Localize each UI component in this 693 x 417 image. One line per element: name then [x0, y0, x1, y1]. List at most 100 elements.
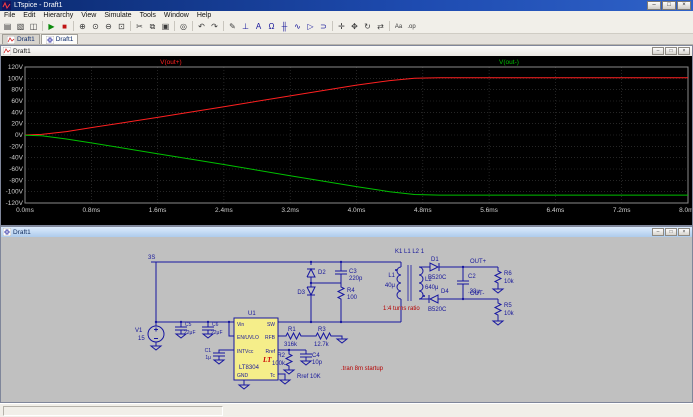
find-icon[interactable]: ◎	[177, 21, 190, 33]
schematic-wires[interactable]	[148, 262, 503, 389]
turns-ratio-note[interactable]: 1:4 turns ratio	[383, 306, 420, 312]
c4-value[interactable]: 10p	[312, 360, 323, 366]
waveform-plot[interactable]: 0.0ms0.8ms1.6ms2.4ms3.2ms4.0ms4.8ms5.6ms…	[1, 56, 692, 225]
out-neg-label[interactable]: OUT-	[470, 291, 484, 297]
r4-value[interactable]: 100	[347, 295, 358, 301]
zoom-out-icon[interactable]: ⊖	[102, 21, 115, 33]
drag-icon[interactable]: ✥	[348, 21, 361, 33]
r2-name[interactable]: R2	[277, 353, 285, 359]
capacitor-icon[interactable]: ╫	[278, 21, 291, 33]
r6-name[interactable]: R6	[504, 271, 512, 277]
v1-value[interactable]: 15	[138, 336, 145, 342]
c6-name[interactable]: C6	[212, 322, 219, 328]
rref-note[interactable]: Rref 10K	[297, 374, 321, 380]
d1-name[interactable]: D1	[431, 257, 439, 263]
schem-close-button[interactable]: ×	[678, 228, 690, 236]
wave-maximize-button[interactable]: □	[665, 47, 677, 55]
wire-icon[interactable]: ✎	[226, 21, 239, 33]
maximize-button[interactable]: □	[662, 1, 676, 10]
net-label-3s[interactable]: 3S	[148, 255, 155, 261]
out-pos-label[interactable]: OUT+	[470, 259, 487, 265]
menu-view[interactable]: View	[77, 11, 100, 20]
paste-icon[interactable]: ▣	[159, 21, 172, 33]
halt-icon[interactable]: ■	[58, 21, 71, 33]
wave-minimize-button[interactable]: –	[652, 47, 664, 55]
schematic-drawing[interactable]: 3S V1 15 C5 22μF C6 22μF C1 1μ U1 Vin EN…	[1, 237, 692, 402]
r6-value[interactable]: 10k	[504, 279, 515, 285]
zoom-in-icon[interactable]: ⊕	[76, 21, 89, 33]
menu-simulate[interactable]: Simulate	[100, 11, 135, 20]
zoom-full-icon[interactable]: ⊡	[115, 21, 128, 33]
tran-directive[interactable]: .tran 8m startup	[341, 366, 384, 372]
k-coupling-statement[interactable]: K1 L1 L2 1	[395, 249, 425, 255]
c2-name[interactable]: C2	[468, 274, 476, 280]
menu-hierarchy[interactable]: Hierarchy	[39, 11, 77, 20]
run-icon[interactable]: ▶	[45, 21, 58, 33]
d1-value[interactable]: B520C	[428, 275, 447, 281]
save-icon[interactable]: ◫	[27, 21, 40, 33]
menu-tools[interactable]: Tools	[136, 11, 160, 20]
ground-icon[interactable]: ⊥	[239, 21, 252, 33]
inductor-icon[interactable]: ∿	[291, 21, 304, 33]
r5-value[interactable]: 10k	[504, 311, 515, 317]
tab-waveform-draft1[interactable]: Draft1	[2, 34, 40, 44]
resistor-icon[interactable]: Ω	[265, 21, 278, 33]
net-label-icon[interactable]: A	[252, 21, 265, 33]
trace-name-label[interactable]: V(out-)	[499, 59, 519, 66]
menu-help[interactable]: Help	[193, 11, 215, 20]
d4-value[interactable]: B520C	[428, 307, 447, 313]
component-icon[interactable]: ⊃	[317, 21, 330, 33]
r4-name[interactable]: R4	[347, 288, 355, 294]
d3-name[interactable]: D3	[297, 290, 305, 296]
move-icon[interactable]: ✛	[335, 21, 348, 33]
u1-name[interactable]: U1	[248, 311, 256, 317]
d4-name[interactable]: D4	[441, 289, 449, 295]
waveform-window-titlebar[interactable]: Draft1 – □ ×	[1, 46, 692, 56]
u1-part-number[interactable]: LT8304	[239, 365, 260, 371]
l2-value[interactable]: 640μ	[425, 285, 439, 291]
mirror-icon[interactable]: ⇄	[374, 21, 387, 33]
c5-value[interactable]: 22μF	[184, 330, 196, 336]
trace-name-label[interactable]: V(out+)	[160, 59, 182, 66]
r5-name[interactable]: R5	[504, 303, 512, 309]
c1-name[interactable]: C1	[205, 348, 212, 354]
menu-file[interactable]: File	[0, 11, 19, 20]
l1-name[interactable]: L1	[388, 273, 395, 279]
schem-minimize-button[interactable]: –	[652, 228, 664, 236]
open-icon[interactable]: ▧	[14, 21, 27, 33]
close-button[interactable]: ×	[677, 1, 691, 10]
rotate-icon[interactable]: ↻	[361, 21, 374, 33]
c3-value[interactable]: 220p	[349, 276, 363, 282]
menu-edit[interactable]: Edit	[19, 11, 39, 20]
r1-name[interactable]: R1	[288, 327, 296, 333]
wave-close-button[interactable]: ×	[678, 47, 690, 55]
r2-value[interactable]: 100k	[272, 361, 286, 367]
schem-maximize-button[interactable]: □	[665, 228, 677, 236]
undo-icon[interactable]: ↶	[195, 21, 208, 33]
redo-icon[interactable]: ↷	[208, 21, 221, 33]
text-icon[interactable]: Aa	[392, 21, 405, 33]
schematic-canvas[interactable]: 3S V1 15 C5 22μF C6 22μF C1 1μ U1 Vin EN…	[1, 237, 692, 402]
v1-name[interactable]: V1	[135, 328, 143, 334]
new-schematic-icon[interactable]: ▤	[1, 21, 14, 33]
d2-name[interactable]: D2	[318, 270, 326, 276]
schematic-window-titlebar[interactable]: Draft1 – □ ×	[1, 227, 692, 237]
c6-value[interactable]: 22μF	[211, 330, 223, 336]
r3-value[interactable]: 12.7k	[314, 342, 330, 348]
diode-icon[interactable]: ▷	[304, 21, 317, 33]
r1-value[interactable]: 316k	[284, 342, 298, 348]
l1-value[interactable]: 40μ	[385, 283, 396, 289]
menu-window[interactable]: Window	[160, 11, 193, 20]
minimize-button[interactable]: –	[647, 1, 661, 10]
c3-name[interactable]: C3	[349, 269, 357, 275]
cut-icon[interactable]: ✂	[133, 21, 146, 33]
waveform-plot-svg[interactable]: 0.0ms0.8ms1.6ms2.4ms3.2ms4.0ms4.8ms5.6ms…	[1, 56, 692, 225]
spice-directive-icon[interactable]: .op	[405, 21, 418, 33]
trace-vout-minus[interactable]	[25, 135, 688, 195]
tab-schematic-draft1[interactable]: Draft1	[41, 34, 79, 44]
c5-name[interactable]: C5	[185, 322, 192, 328]
zoom-back-icon[interactable]: ⊙	[89, 21, 102, 33]
r3-name[interactable]: R3	[318, 327, 326, 333]
c4-name[interactable]: C4	[312, 353, 320, 359]
c1-value[interactable]: 1μ	[205, 355, 211, 361]
